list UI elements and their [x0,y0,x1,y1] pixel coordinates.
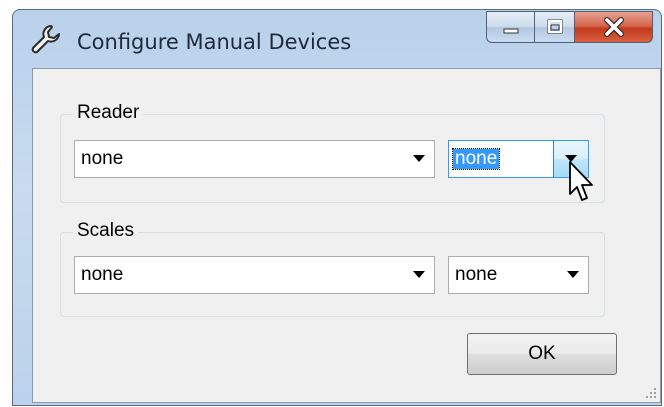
scales-port-value: none [455,264,498,285]
maximize-icon [547,19,562,34]
title-bar[interactable]: Configure Manual Devices [13,10,661,68]
wrench-icon [31,25,60,54]
ok-button[interactable]: OK [467,333,617,375]
reader-device-value: none [81,148,124,169]
reader-port-value: none [451,148,501,170]
close-icon [603,17,624,37]
maximize-button[interactable] [535,11,575,43]
window-title: Configure Manual Devices [77,30,352,54]
reader-device-dropdown[interactable]: none [74,140,435,178]
ok-button-label: OK [528,343,556,364]
reader-group: Reader none none [60,102,605,203]
scales-device-dropdown[interactable]: none [74,256,435,294]
scales-group: Scales none none [60,220,605,317]
minimize-icon [503,28,518,34]
resize-grip-icon[interactable] [643,385,657,399]
minimize-button[interactable] [486,11,535,43]
caption-buttons [486,11,653,45]
dialog-window: Configure Manual Devices Reader none non… [12,9,662,406]
mouse-pointer-icon [569,161,593,201]
scales-device-value: none [81,264,124,285]
dialog-client-area: Reader none none Scales none none OK [32,68,661,403]
chevron-down-icon[interactable] [404,141,434,177]
reader-group-label: Reader [73,102,144,124]
close-button[interactable] [575,11,653,43]
chevron-down-icon[interactable] [404,257,434,293]
scales-port-dropdown[interactable]: none [448,256,589,294]
chevron-down-icon[interactable] [558,257,588,293]
scales-group-label: Scales [73,220,139,242]
